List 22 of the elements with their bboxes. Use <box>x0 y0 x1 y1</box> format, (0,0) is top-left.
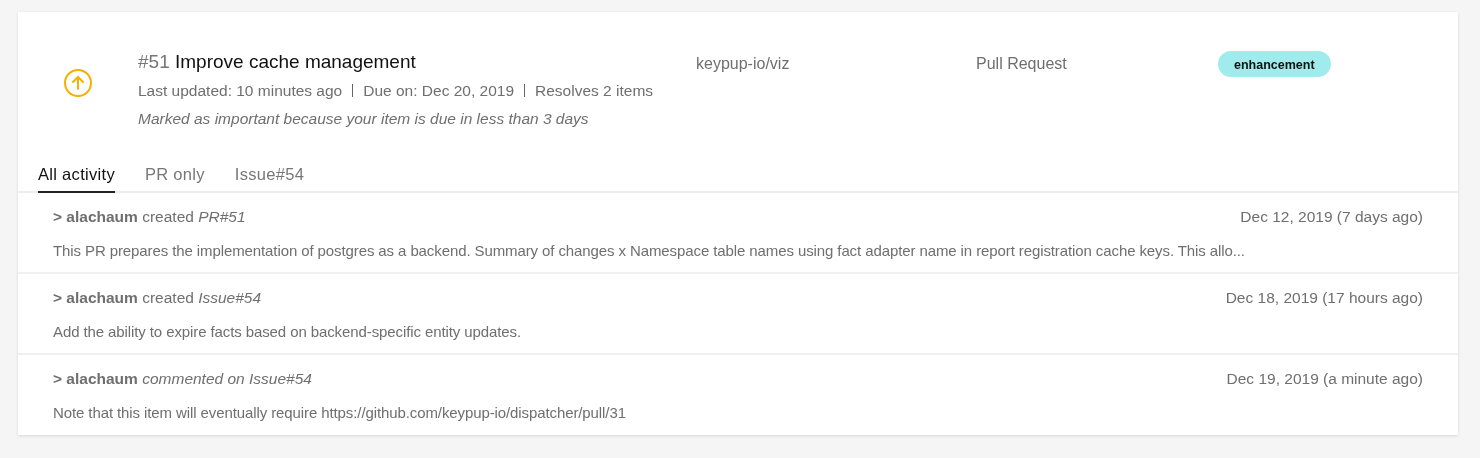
importance-note: Marked as important because your item is due in less than 3 days <box>138 109 590 130</box>
label-tag: enhancement <box>1218 51 1331 77</box>
tab[interactable]: PR only <box>144 152 205 193</box>
meta-text: Resolves 2 items <box>535 81 654 101</box>
activity-date: Dec 12, 2019 (7 days ago) <box>1240 207 1423 227</box>
activity-heading: > alachaum created Issue#54 <box>53 288 262 308</box>
meta-text: Last updated: 10 minutes ago <box>138 81 343 101</box>
item-number: #51 <box>138 51 170 72</box>
tab[interactable]: All activity <box>38 152 115 193</box>
arrow-up-circle-icon <box>63 68 93 98</box>
repository-name: keypup-io/viz <box>696 55 790 72</box>
activity-heading: > alachaum created PR#51 <box>53 207 246 227</box>
activity-heading: > alachaum commented on Issue#54 <box>53 369 312 389</box>
activity-date: Dec 19, 2019 (a minute ago) <box>1226 369 1423 389</box>
activity-date: Dec 18, 2019 (17 hours ago) <box>1225 288 1423 308</box>
activity-text: Note that this item will eventually require https://github.com/keypup-io/dispatcher/pull/31 <box>53 404 626 422</box>
activity-text: Add the ability to expire facts based on backend-specific entity updates. <box>53 323 521 341</box>
tab[interactable]: Issue#54 <box>234 152 305 193</box>
item-type: Pull Request <box>976 55 1067 72</box>
item-title: Improve cache management <box>175 51 416 72</box>
meta-text: Due on: Dec 20, 2019 <box>363 81 515 101</box>
activity-text: This PR prepares the implementation of postgres as a backend. Summary of changes x Namespace table names using fact adapter name in report registration cache keys. This allo... <box>53 242 1245 260</box>
